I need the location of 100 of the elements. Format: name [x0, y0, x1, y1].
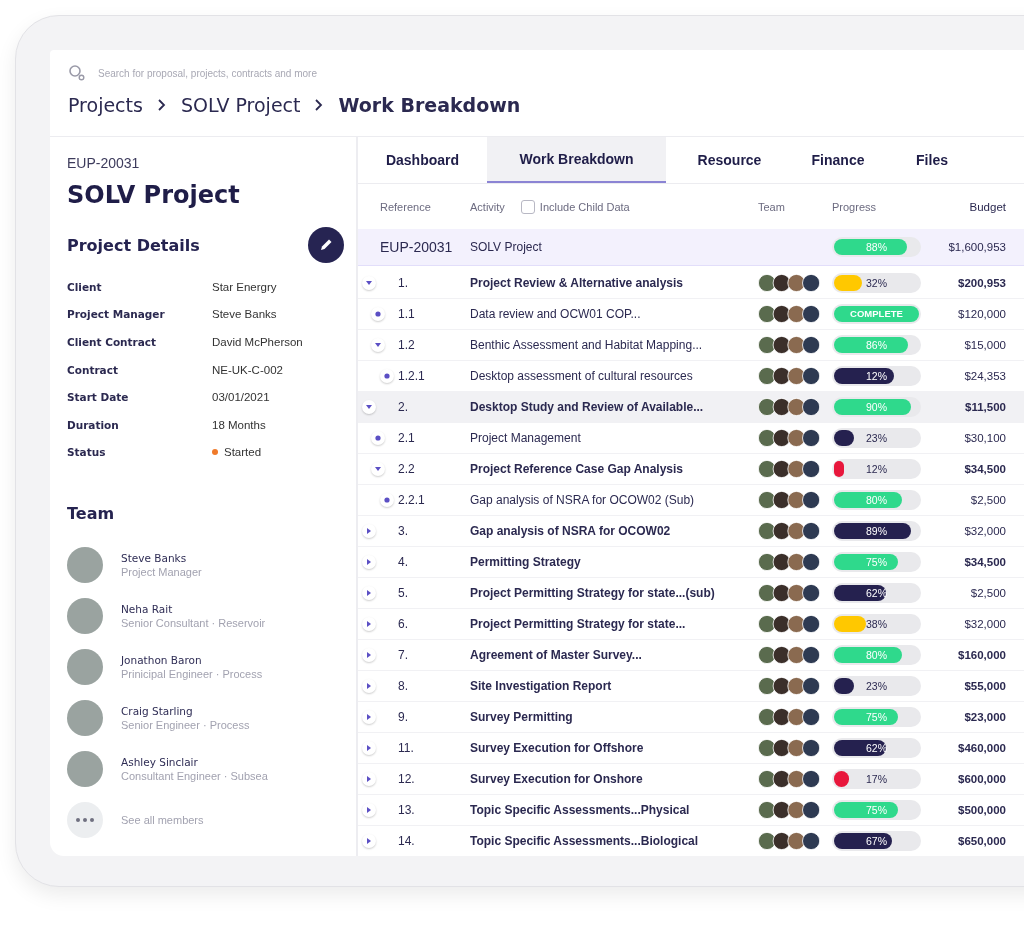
table-row[interactable]: 14. Topic Specific Assessments...Biological 67% $650,000: [358, 826, 1024, 856]
table-cell-text: $200,953: [957, 277, 1006, 289]
breadcrumb-link[interactable]: Projects: [68, 94, 143, 116]
expand-toggle[interactable]: [362, 710, 376, 724]
expand-toggle[interactable]: [362, 524, 376, 538]
caret-right-icon: [365, 651, 373, 659]
member-name: Steve Banks: [121, 551, 188, 564]
avatar: [67, 699, 103, 736]
progress-label: 88%: [865, 240, 888, 255]
table-row[interactable]: 2.2 Project Reference Case Gap Analysis 12% $34,500: [358, 454, 1024, 485]
team-avatars-drawing: [758, 491, 820, 509]
team-avatars-drawing: [758, 274, 820, 292]
table-cell-text: Gap analysis of NSRA for OCOW02: [470, 524, 672, 538]
table-row[interactable]: 2. Desktop Study and Review of Available... 90% $11,500: [358, 392, 1024, 423]
section-heading: Project Details: [67, 235, 200, 255]
expand-toggle[interactable]: [362, 586, 376, 600]
table-cell-text: 11.: [398, 741, 415, 755]
team-avatars-drawing: [758, 615, 820, 633]
team-avatars-drawing: [758, 398, 820, 416]
table-cell-text: Site Investigation Report: [470, 679, 613, 693]
field-label: Project Manager: [67, 308, 166, 321]
table-row[interactable]: 2.1 Project Management 23% $30,100: [358, 423, 1024, 454]
table-row[interactable]: 4. Permitting Strategy 75% $34,500: [358, 547, 1024, 578]
expand-toggle[interactable]: [362, 617, 376, 631]
team-avatars-drawing: [758, 367, 820, 385]
table-cell-text: Agreement of Master Survey...: [470, 648, 643, 662]
member-role: Project Manager: [121, 565, 202, 578]
progress-label: 23%: [865, 431, 888, 446]
caret-right-icon: [365, 527, 373, 535]
more-button[interactable]: [67, 801, 103, 838]
tab[interactable]: Finance: [793, 137, 883, 183]
table-row[interactable]: 2.2.1 Gap analysis of NSRA for OCOW02 (Sub) 80% $2,500: [358, 485, 1024, 516]
progress-label: 32%: [865, 276, 888, 291]
avatar: [67, 546, 103, 583]
expand-toggle[interactable]: [362, 772, 376, 786]
section-heading: Team: [67, 504, 116, 524]
table-row[interactable]: 1.1 Data review and OCW01 COP... COMPLETE $120,000: [358, 299, 1024, 330]
chevron-right-icon: [314, 98, 325, 112]
table-row[interactable]: 1.2 Benthic Assessment and Habitat Mapping... 86% $15,000: [358, 330, 1024, 361]
dots-icon: [75, 816, 95, 823]
field-label: Contract: [67, 363, 119, 376]
checkbox[interactable]: [520, 199, 535, 214]
project-reference: EUP-20031: [67, 155, 141, 171]
table-cell-text: $32,000: [963, 525, 1006, 537]
tab[interactable]: Files: [883, 137, 981, 183]
caret-right-icon: [365, 589, 373, 597]
expand-toggle[interactable]: [371, 338, 385, 352]
tab[interactable]: Dashboard: [358, 137, 487, 183]
expand-toggle[interactable]: [371, 462, 385, 476]
caret-down-icon: [374, 465, 382, 473]
table-cell-text: $23,000: [963, 711, 1006, 723]
table-row[interactable]: 9. Survey Permitting 75% $23,000: [358, 702, 1024, 733]
table-cell-text: 4.: [398, 555, 409, 569]
progress-label: 75%: [865, 803, 888, 818]
member-name: Craig Starling: [121, 704, 194, 717]
project-title: SOLV Project: [67, 181, 241, 209]
breadcrumb-link[interactable]: Work Breakdown: [338, 94, 521, 116]
table-cell-text: Project Permitting Strategy for state...(sub): [470, 586, 716, 600]
table-row[interactable]: 8. Site Investigation Report 23% $55,000: [358, 671, 1024, 702]
expand-toggle[interactable]: [362, 555, 376, 569]
progress-label: 86%: [865, 338, 888, 353]
table-cell-text: $650,000: [957, 835, 1006, 847]
table-row[interactable]: 12. Survey Execution for Onshore 17% $600,000: [358, 764, 1024, 795]
table-cell-text: Permitting Strategy: [470, 555, 582, 569]
chevron-right-icon: [156, 98, 167, 112]
table-cell-text: Survey Execution for Offshore: [470, 741, 645, 755]
expand-toggle[interactable]: [362, 276, 376, 290]
member-role: Senior Engineer · Process: [121, 718, 250, 731]
column-header: Team: [758, 200, 786, 213]
expand-toggle[interactable]: [362, 834, 376, 848]
table-row[interactable]: 1. Project Review & Alternative analysis 32% $200,953: [358, 268, 1024, 299]
expand-toggle[interactable]: [362, 803, 376, 817]
progress-label: 80%: [865, 648, 888, 663]
tab[interactable]: Work Breakdown: [487, 137, 666, 183]
field-label: Status: [67, 446, 107, 459]
tab[interactable]: Resource: [666, 137, 793, 183]
table-cell-text: 2.1: [398, 431, 416, 445]
pencil-icon: [318, 237, 334, 253]
table-row[interactable]: 6. Project Permitting Strategy for state... 38% $32,000: [358, 609, 1024, 640]
expand-toggle[interactable]: [362, 648, 376, 662]
table-cell-text: $32,000: [963, 618, 1006, 630]
team-avatars-drawing: [758, 646, 820, 664]
expand-toggle[interactable]: [362, 741, 376, 755]
expand-toggle[interactable]: [362, 679, 376, 693]
caret-right-icon: [365, 744, 373, 752]
table-row[interactable]: 13. Topic Specific Assessments...Physical 75% $500,000: [358, 795, 1024, 826]
breadcrumb-link[interactable]: SOLV Project: [180, 94, 301, 116]
progress-label: 38%: [865, 617, 888, 632]
progress-label: 23%: [865, 679, 888, 694]
progress-label: 12%: [865, 369, 888, 384]
progress-label: 12%: [865, 462, 888, 477]
field-value: Started: [224, 446, 262, 459]
table-cell-text: 3.: [398, 524, 409, 538]
table-row[interactable]: 3. Gap analysis of NSRA for OCOW02 89% $32,000: [358, 516, 1024, 547]
field-value: 18 Months: [212, 418, 266, 431]
expand-toggle[interactable]: [362, 400, 376, 414]
table-cell-text: $460,000: [957, 742, 1006, 754]
table-cell-text: Desktop Study and Review of Available...: [470, 400, 705, 414]
edit-button[interactable]: [308, 227, 344, 263]
table-row[interactable]: 7. Agreement of Master Survey... 80% $160,000: [358, 640, 1024, 671]
